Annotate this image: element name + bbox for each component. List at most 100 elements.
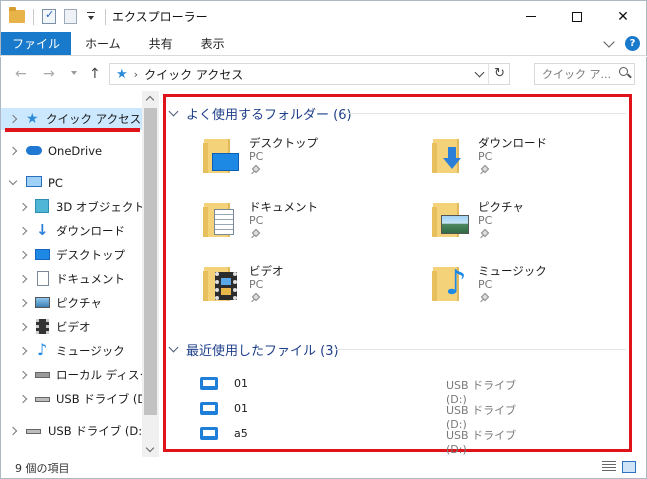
scroll-up-icon[interactable] [145, 95, 155, 105]
sidebar-item-desktop[interactable]: デスクトップ [1, 244, 143, 266]
toolbar-divider [33, 8, 34, 25]
list-item[interactable]: 01 USB ドライブ (D:) [196, 398, 536, 431]
minimize-button[interactable] [508, 1, 554, 32]
chevron-right-icon[interactable] [18, 274, 28, 284]
chevron-right-icon[interactable] [18, 202, 28, 212]
chevron-down-icon[interactable] [168, 106, 179, 117]
folder-tile-music[interactable]: ♪ ミュージック PC [431, 263, 641, 313]
sidebar-item-label: PC [48, 176, 63, 190]
file-location: USB ドライブ (D:) [446, 429, 517, 456]
sidebar-item-pictures[interactable]: ピクチャ [1, 292, 143, 314]
chevron-right-icon[interactable] [18, 394, 28, 404]
forward-button[interactable]: → [43, 66, 55, 82]
pin-icon [480, 230, 488, 238]
window-title: エクスプローラー [112, 10, 208, 24]
folder-location: PC [249, 278, 264, 291]
desktop-icon [35, 249, 50, 260]
refresh-icon[interactable]: ↻ [494, 66, 505, 81]
file-name: a5 [234, 427, 248, 440]
tab-file[interactable]: ファイル [1, 32, 72, 55]
sidebar-scrollbar[interactable] [142, 91, 159, 457]
chevron-down-icon[interactable] [8, 176, 18, 186]
list-item[interactable]: 01 USB ドライブ (D:) [196, 373, 536, 406]
sidebar-item-music[interactable]: ♪ ミュージック [1, 340, 143, 362]
back-button[interactable]: ← [15, 66, 27, 82]
sidebar-item-usb-drive[interactable]: USB ドライブ (D:) [1, 388, 143, 410]
group-header-frequent[interactable]: よく使用するフォルダー (6) [168, 104, 352, 123]
status-bar: 9 個の項目 [0, 457, 647, 479]
properties-icon[interactable] [42, 8, 56, 24]
chevron-right-icon[interactable] [8, 426, 18, 436]
sidebar-item-label: USB ドライブ (D:) [48, 424, 143, 438]
scrollbar-thumb[interactable] [144, 108, 157, 415]
tab-view[interactable]: 表示 [187, 32, 239, 55]
pin-icon [251, 166, 259, 174]
pin-icon [480, 294, 488, 302]
sidebar-item-quick-access[interactable]: ★ クイック アクセス [1, 108, 143, 130]
sidebar-item-label: ローカル ディスク (C [56, 368, 143, 382]
search-input[interactable]: クイック ア... [534, 63, 635, 85]
group-header-recent[interactable]: 最近使用したファイル (3) [168, 340, 339, 359]
videos-icon [36, 319, 49, 334]
sidebar-item-local-disk[interactable]: ローカル ディスク (C [1, 364, 143, 386]
usb-file-icon [200, 427, 218, 440]
navigation-pane: ★ クイック アクセス OneDrive PC 3D オブジェクト ↓ ダウンロ… [1, 91, 159, 457]
sidebar-item-3d-objects[interactable]: 3D オブジェクト [1, 196, 143, 218]
expand-ribbon-icon[interactable] [603, 35, 615, 48]
sidebar-item-usb-drive-root[interactable]: USB ドライブ (D:) [1, 420, 143, 442]
folder-tile-pictures[interactable]: ピクチャ PC [431, 199, 641, 249]
folder-tile-videos[interactable]: ビデオ PC [202, 263, 412, 313]
minimize-icon [526, 16, 536, 17]
chevron-right-icon[interactable] [8, 146, 18, 156]
list-item[interactable]: a5 USB ドライブ (D:) [196, 423, 536, 456]
recent-locations-icon[interactable] [71, 71, 77, 75]
close-button[interactable]: ✕ [600, 1, 646, 32]
folder-name: ピクチャ [478, 200, 524, 214]
help-icon[interactable]: ? [625, 36, 640, 51]
breadcrumb-quick-access[interactable]: クイック アクセス [144, 66, 243, 83]
address-dropdown-icon[interactable] [474, 67, 485, 78]
chevron-down-icon[interactable] [168, 342, 179, 353]
tab-share[interactable]: 共有 [135, 32, 187, 55]
sidebar-item-label: 3D オブジェクト [56, 200, 143, 214]
up-button[interactable]: ↑ [89, 66, 101, 82]
ribbon-right: ? [603, 32, 646, 55]
videos-folder-icon [202, 263, 242, 303]
cloud-icon [26, 146, 42, 155]
item-count: 9 個の項目 [15, 461, 70, 475]
scroll-down-icon[interactable] [145, 443, 155, 453]
chevron-right-icon[interactable] [18, 346, 28, 356]
folder-tile-desktop[interactable]: デスクトップ PC [202, 135, 412, 185]
folder-tile-downloads[interactable]: ダウンロード PC [431, 135, 641, 185]
large-icons-view-icon[interactable] [622, 461, 636, 473]
pin-icon [251, 294, 259, 302]
chevron-right-icon[interactable] [18, 322, 28, 332]
tab-home[interactable]: ホーム [71, 32, 135, 55]
chevron-right-icon[interactable] [18, 250, 28, 260]
sidebar-item-documents[interactable]: ドキュメント [1, 268, 143, 290]
new-folder-icon[interactable] [64, 9, 77, 24]
folder-icon [9, 7, 25, 23]
chevron-right-icon[interactable] [18, 370, 28, 380]
breadcrumb-separator[interactable]: › [134, 68, 138, 81]
chevron-right-icon[interactable] [18, 226, 28, 236]
group-title: よく使用するフォルダー (6) [186, 108, 352, 123]
chevron-right-icon[interactable] [8, 114, 18, 124]
usb-drive-icon [26, 429, 41, 434]
sidebar-item-videos[interactable]: ビデオ [1, 316, 143, 338]
group-divider [336, 349, 626, 350]
folder-tile-documents[interactable]: ドキュメント PC [202, 199, 412, 249]
3d-objects-icon [35, 199, 49, 213]
customize-toolbar-icon[interactable] [85, 10, 97, 24]
folder-location: PC [478, 214, 493, 227]
pictures-icon [35, 297, 50, 308]
music-icon: ♪ [37, 340, 48, 359]
chevron-right-icon[interactable] [18, 298, 28, 308]
sidebar-item-pc[interactable]: PC [1, 172, 143, 194]
address-bar[interactable]: ★ › クイック アクセス ↻ [109, 63, 510, 85]
details-view-icon[interactable] [602, 461, 616, 473]
maximize-button[interactable] [554, 1, 600, 32]
sidebar-item-downloads[interactable]: ↓ ダウンロード [1, 220, 143, 242]
search-icon[interactable] [619, 67, 628, 76]
sidebar-item-onedrive[interactable]: OneDrive [1, 140, 143, 162]
